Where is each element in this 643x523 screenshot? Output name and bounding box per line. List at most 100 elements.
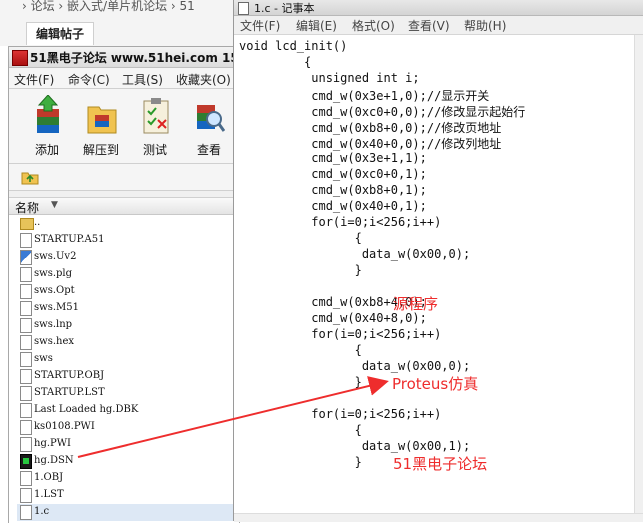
test-button[interactable]: 测试 [129, 93, 181, 159]
archive-menu-bar: 文件(F) 命令(C) 工具(S) 收藏夹(O) [9, 68, 239, 89]
menu-command[interactable]: 命令(C) [68, 71, 110, 88]
view-magnifier-icon [197, 105, 225, 132]
file-name: sws.lnp [34, 319, 73, 330]
np-menu-view[interactable]: 查看(V) [408, 17, 450, 34]
file-name: 1.LST [34, 489, 64, 500]
file-icon [20, 403, 32, 418]
file-icon [20, 233, 32, 248]
file-name: sws.Uv2 [34, 251, 77, 262]
archive-title-bar[interactable]: 51黑电子论坛 www.51hei.com 15 [9, 47, 239, 68]
code-line: for(i=0;i<256;i++) [239, 327, 442, 341]
extract-to-label: 解压到 [82, 143, 119, 157]
list-item[interactable]: sws.Opt [17, 283, 237, 300]
np-menu-edit[interactable]: 编辑(E) [296, 17, 337, 34]
vertical-scrollbar[interactable] [634, 35, 643, 515]
add-archive-icon [37, 95, 59, 133]
list-item[interactable]: 1.LST [17, 487, 237, 504]
file-icon [20, 267, 32, 282]
list-item[interactable]: 1.OBJ [17, 470, 237, 487]
view-label: 查看 [196, 143, 221, 157]
code-line: cmd_w(0xc0+0,0);//修改显示起始行 [239, 105, 526, 119]
file-icon [20, 386, 32, 401]
uvision-file-icon [20, 250, 32, 265]
file-name: ks0108.PWI [34, 421, 95, 432]
np-menu-help[interactable]: 帮助(H) [464, 17, 506, 34]
code-line: { [239, 423, 362, 437]
file-icon [20, 318, 32, 333]
list-item[interactable]: STARTUP.LST [17, 385, 237, 402]
annotation-forum: 51黑电子论坛 [393, 455, 488, 473]
code-line: { [239, 343, 362, 357]
file-icon [20, 301, 32, 316]
add-label: 添加 [34, 143, 59, 157]
notepad-window: 1.c - 记事本 文件(F) 编辑(E) 格式(O) 查看(V) 帮助(H) … [233, 0, 643, 522]
code-line: void lcd_init() [239, 39, 348, 53]
code-line: cmd_w(0x3e+1,1); [239, 151, 427, 165]
extract-folder-icon [87, 106, 117, 134]
name-column-header[interactable]: 名称 ▼ [9, 198, 239, 215]
list-item[interactable]: hg.DSN [17, 453, 237, 470]
file-name: Last Loaded hg.DBK [34, 404, 139, 415]
up-folder-icon[interactable] [21, 169, 39, 185]
menu-file[interactable]: 文件(F) [14, 71, 54, 88]
proteus-design-icon [20, 454, 32, 469]
add-button[interactable]: 添加 [21, 93, 73, 159]
file-name: hg.PWI [34, 438, 71, 449]
list-item[interactable]: hg.PWI [17, 436, 237, 453]
notepad-app-icon [238, 2, 249, 15]
file-icon [20, 284, 32, 299]
file-icon [20, 420, 32, 435]
list-item[interactable]: STARTUP.A51 [17, 232, 237, 249]
file-icon [20, 369, 32, 384]
file-name: .. [34, 217, 41, 228]
list-item[interactable]: sws.plg [17, 266, 237, 283]
list-item[interactable]: 1.c [17, 504, 237, 521]
code-line: } [239, 375, 362, 389]
code-line: cmd_w(0x40+0,0);//修改列地址 [239, 137, 502, 151]
code-line: cmd_w(0x40+0,1); [239, 199, 427, 213]
np-menu-format[interactable]: 格式(O) [352, 17, 395, 34]
file-name: sws.plg [34, 268, 73, 279]
tab-edit-post[interactable]: 编辑帖子 [26, 22, 94, 45]
file-name: sws.M51 [34, 302, 79, 313]
file-name: sws.hex [34, 336, 74, 347]
breadcrumb[interactable]: › 论坛 › 嵌入式/单片机论坛 › 51 [22, 0, 195, 14]
menu-favorites[interactable]: 收藏夹(O) [176, 71, 231, 88]
list-item[interactable]: sws.lnp [17, 317, 237, 334]
file-list: 名称 ▼ .. STARTUP.A51 sws.Uv2 sws.plg sws.Opt s… [9, 197, 239, 523]
archive-toolbar: 添加 解压到 测试 查看 [9, 89, 239, 164]
folder-up-icon [20, 218, 34, 230]
list-item[interactable]: .. [17, 215, 237, 232]
notepad-title: 1.c - 记事本 [254, 2, 315, 15]
winrar-app-icon [12, 50, 28, 66]
extract-to-button[interactable]: 解压到 [75, 93, 127, 159]
list-item[interactable]: sws.M51 [17, 300, 237, 317]
list-item[interactable]: STARTUP.OBJ [17, 368, 237, 385]
list-item[interactable]: sws.Uv2 [17, 249, 237, 266]
notepad-title-bar[interactable]: 1.c - 记事本 [234, 0, 643, 16]
view-button[interactable]: 查看 [183, 93, 235, 159]
file-name: STARTUP.A51 [34, 234, 105, 245]
list-item[interactable]: sws [17, 351, 237, 368]
file-icon [20, 335, 32, 350]
file-icon [20, 505, 32, 520]
annotation-source: 源程序 [393, 295, 439, 313]
code-line: cmd_w(0xc0+0,1); [239, 167, 427, 181]
file-icon [20, 437, 32, 452]
list-item[interactable]: ks0108.PWI [17, 419, 237, 436]
test-clipboard-icon [143, 98, 169, 134]
file-icon [20, 471, 32, 486]
file-name: STARTUP.LST [34, 387, 105, 398]
list-item[interactable]: sws.hex [17, 334, 237, 351]
file-icon [20, 352, 32, 367]
code-line: cmd_w(0xb8+0,0);//修改页地址 [239, 121, 502, 135]
sort-down-icon: ▼ [51, 200, 58, 210]
notepad-text-area[interactable]: void lcd_init() { unsigned int i; cmd_w(… [234, 35, 634, 515]
test-label: 测试 [142, 143, 167, 157]
menu-tools[interactable]: 工具(S) [122, 71, 163, 88]
np-menu-file[interactable]: 文件(F) [240, 17, 280, 34]
code-line: data_w(0x00,0); [239, 359, 471, 373]
list-item[interactable]: Last Loaded hg.DBK [17, 402, 237, 419]
code-line: unsigned int i; [239, 71, 420, 85]
file-name: hg.DSN [34, 455, 74, 466]
